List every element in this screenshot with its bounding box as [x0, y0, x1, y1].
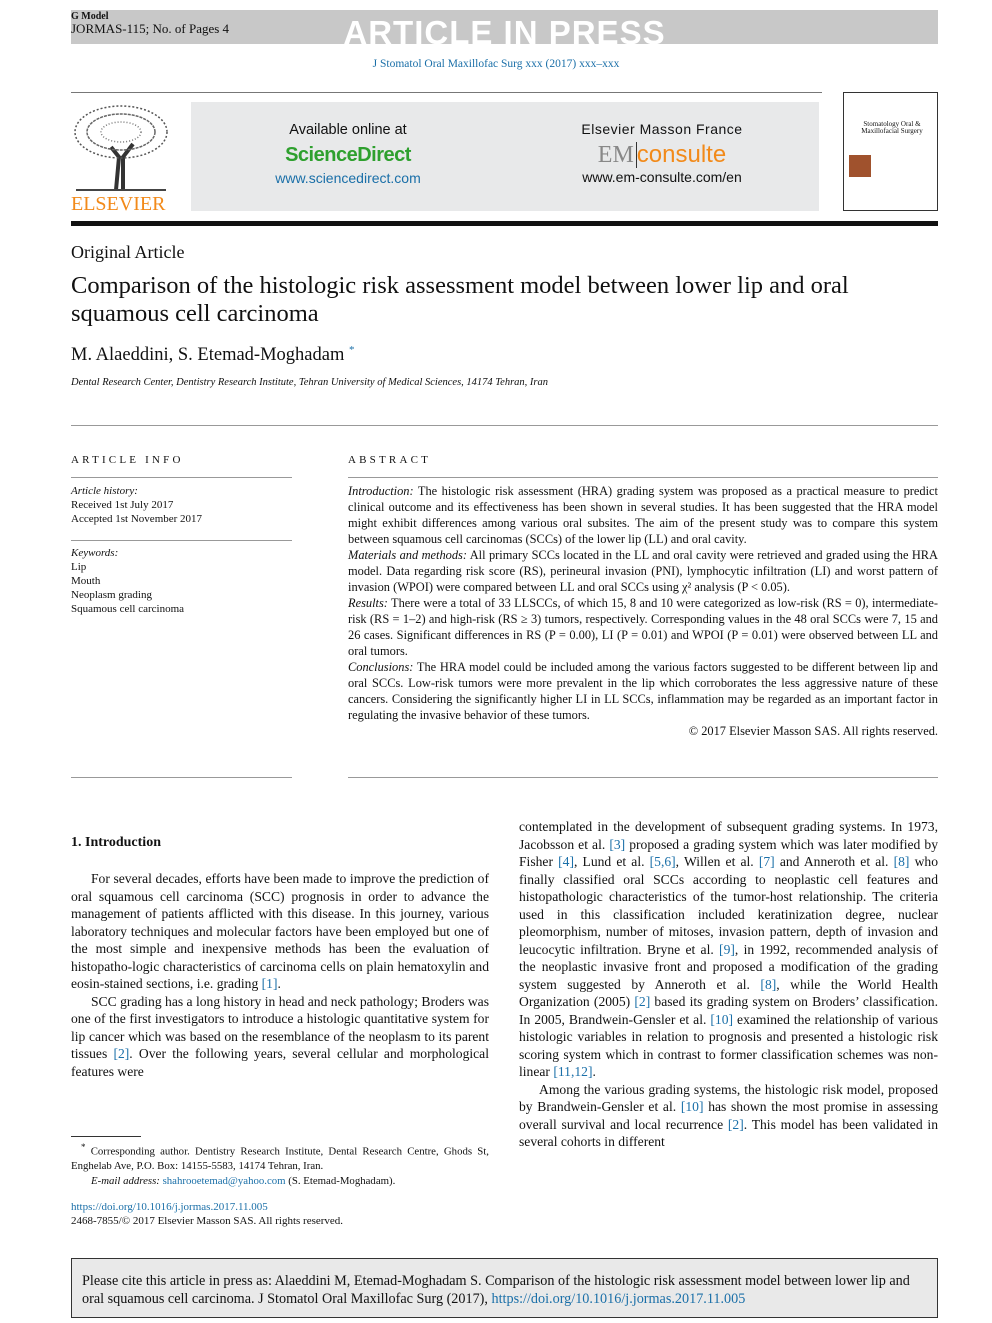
reference-link[interactable]: [2]	[113, 1046, 129, 1061]
right-column: contemplated in the development of subse…	[519, 818, 938, 1151]
reference-link[interactable]: [8]	[894, 854, 910, 869]
reference-link[interactable]: [10]	[710, 1012, 733, 1027]
section-text: The HRA model could be included among th…	[348, 660, 938, 722]
journal-cover-thumbnail: Stomatology Oral & Maxillofacial Surgery	[843, 92, 938, 211]
citation-box: Please cite this article in press as: Al…	[71, 1258, 938, 1318]
cover-image	[849, 155, 871, 177]
em-logo: EM	[597, 142, 637, 168]
section-text: The histologic risk assessment (HRA) gra…	[348, 484, 938, 546]
accepted-date: Accepted 1st November 2017	[71, 513, 203, 525]
reference-link[interactable]: [1]	[262, 976, 278, 991]
header-rule	[71, 221, 938, 226]
article-info-heading: ARTICLE INFO	[71, 454, 184, 466]
paragraph: SCC grading has a long history in head a…	[71, 993, 489, 1081]
publisher-banner: Available online at ScienceDirect www.sc…	[191, 102, 819, 211]
doi-link[interactable]: https://doi.org/10.1016/j.jormas.2017.11…	[71, 1201, 268, 1213]
cover-title: Stomatology Oral & Maxillofacial Surgery	[861, 120, 923, 135]
affiliation: Dental Research Center, Dentistry Resear…	[71, 377, 548, 388]
email-link[interactable]: shahrooetemad@yahoo.com	[163, 1175, 286, 1187]
reference-link[interactable]: [2]	[634, 994, 650, 1009]
text-run: .	[592, 1064, 596, 1079]
reference-link[interactable]: [9]	[719, 942, 735, 957]
email-label: E-mail address:	[91, 1174, 160, 1187]
reference-link[interactable]: [7]	[759, 854, 775, 869]
section-text: There were a total of 33 LLSCCs, of whic…	[348, 596, 938, 658]
elsevier-masson: Elsevier Masson France	[581, 121, 743, 137]
reference-link[interactable]: [4]	[558, 854, 574, 869]
text-run: .	[277, 976, 281, 991]
divider	[71, 477, 292, 478]
article-history: Article history: Received 1st July 2017 …	[71, 484, 202, 526]
text-run: , Lund et al.	[573, 854, 650, 869]
divider	[71, 540, 292, 541]
elsevier-logo-text: ELSEVIER	[71, 193, 166, 215]
divider	[71, 777, 292, 778]
abstract-introduction: Introduction: The histologic risk assess…	[348, 483, 938, 547]
authors: M. Alaeddini, S. Etemad-Moghadam *	[71, 344, 354, 366]
keywords: Keywords: Lip Mouth Neoplasm grading Squ…	[71, 546, 184, 616]
reference-link[interactable]: [10]	[681, 1099, 704, 1114]
section-label: Materials and methods:	[348, 548, 468, 562]
keyword: Neoplasm grading	[71, 589, 152, 601]
corresponding-author-mark[interactable]: *	[349, 344, 355, 356]
sciencedirect-logo: ScienceDirect	[285, 144, 411, 166]
divider	[348, 777, 938, 778]
email-suffix: (S. Etemad-Moghadam).	[285, 1174, 396, 1187]
divider	[71, 92, 822, 93]
journal-reference[interactable]: J Stomatol Oral Maxillofac Surg xxx (201…	[0, 58, 992, 70]
keyword: Lip	[71, 561, 87, 573]
reference-link[interactable]: [3]	[609, 837, 625, 852]
keyword: Squamous cell carcinoma	[71, 603, 185, 615]
paragraph: Among the various grading systems, the h…	[519, 1081, 938, 1151]
em-consulte-link[interactable]: www.em-consulte.com/en	[505, 169, 819, 185]
section-heading: 1. Introduction	[71, 835, 161, 850]
footnote-rule	[71, 1136, 141, 1137]
reference-link[interactable]: [2]	[728, 1117, 744, 1132]
abstract-body: Introduction: The histologic risk assess…	[348, 483, 938, 739]
history-label: Article history:	[71, 485, 138, 497]
keywords-label: Keywords:	[71, 547, 119, 559]
text-run: For several decades, efforts have been m…	[71, 871, 489, 991]
abstract-conclusions: Conclusions: The HRA model could be incl…	[348, 659, 938, 723]
divider	[71, 425, 938, 426]
received-date: Received 1st July 2017	[71, 499, 174, 511]
sciencedirect-link[interactable]: www.sciencedirect.com	[191, 170, 505, 186]
available-online: Available online at	[289, 122, 407, 138]
author-names: M. Alaeddini, S. Etemad-Moghadam	[71, 345, 345, 366]
section-label: Introduction:	[348, 484, 414, 498]
issn-copyright: 2468-7855/© 2017 Elsevier Masson SAS. Al…	[71, 1215, 344, 1227]
article-type: Original Article	[71, 242, 185, 262]
divider	[348, 477, 938, 478]
text-run: . Over the following years, several cell…	[71, 1046, 489, 1079]
footnote: * Corresponding author. Dentistry Resear…	[71, 1140, 489, 1188]
keyword: Mouth	[71, 575, 101, 587]
reference-link[interactable]: [11,12]	[553, 1064, 592, 1079]
abstract-copyright: © 2017 Elsevier Masson SAS. All rights r…	[688, 724, 938, 738]
left-column: For several decades, efforts have been m…	[71, 870, 489, 1080]
paragraph: contemplated in the development of subse…	[519, 818, 938, 1081]
citation-doi-link[interactable]: https://doi.org/10.1016/j.jormas.2017.11…	[492, 1291, 746, 1307]
text-run: , Willen et al.	[675, 854, 759, 869]
consulte-logo: consulte	[636, 141, 727, 168]
article-title: Comparison of the histologic risk assess…	[71, 272, 849, 327]
footnote-text: Corresponding author. Dentistry Research…	[71, 1145, 489, 1173]
abstract-methods: Materials and methods: All primary SCCs …	[348, 547, 938, 595]
journal-code: JORMAS-115; No. of Pages 4	[71, 21, 230, 36]
reference-link[interactable]: [8]	[760, 977, 776, 992]
paragraph: For several decades, efforts have been m…	[71, 870, 489, 993]
text-run: and Anneroth et al.	[774, 854, 894, 869]
section-label: Results:	[348, 596, 388, 610]
section-label: Conclusions:	[348, 660, 414, 674]
elsevier-tree-logo	[74, 105, 168, 191]
reference-link[interactable]: [5,6]	[650, 854, 676, 869]
abstract-results: Results: There were a total of 33 LLSCCs…	[348, 595, 938, 659]
abstract-heading: ABSTRACT	[348, 454, 432, 466]
